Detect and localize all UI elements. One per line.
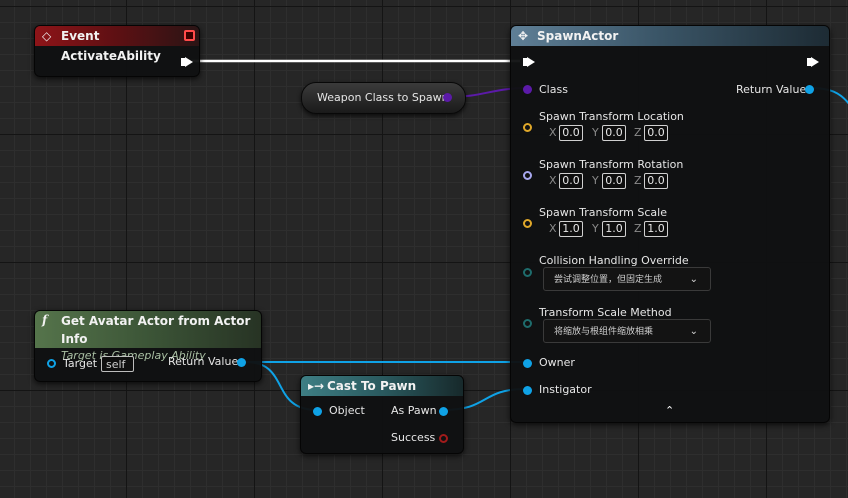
return-value-pin[interactable] xyxy=(237,358,246,367)
stop-icon xyxy=(184,30,195,41)
node-header: ◇ Event ActivateAbility xyxy=(35,26,199,63)
exec-out-pin[interactable] xyxy=(181,57,193,67)
location-y-input[interactable]: 0.0 xyxy=(602,125,626,141)
axis-x-label: X xyxy=(549,126,557,139)
node-header: f Get Avatar Actor from Actor Info Targe… xyxy=(35,311,261,362)
node-title: Get Avatar Actor from Actor Info xyxy=(61,314,251,346)
owner-pin[interactable] xyxy=(523,359,532,368)
location-pin[interactable] xyxy=(523,123,532,132)
scale-pin[interactable] xyxy=(523,219,532,228)
exec-out-pin[interactable] xyxy=(807,57,819,67)
class-out-pin[interactable] xyxy=(443,93,452,102)
collision-pin[interactable] xyxy=(523,268,532,277)
scale-z-input[interactable]: 1.0 xyxy=(644,221,668,237)
collision-dropdown[interactable]: 尝试调整位置，但固定生成 ⌄ xyxy=(543,267,711,291)
as-pawn-pin[interactable] xyxy=(439,407,448,416)
scale-method-value: 将缩放与根组件缩放相乘 xyxy=(554,327,654,337)
axis-y-label: Y xyxy=(592,222,599,235)
chevron-down-icon: ⌄ xyxy=(689,274,698,285)
target-pin[interactable] xyxy=(47,359,56,368)
object-pin[interactable] xyxy=(313,407,322,416)
cast-icon: ▸→ xyxy=(308,379,325,393)
target-label: Target xyxy=(63,357,98,370)
axis-z-label: Z xyxy=(634,174,642,187)
axis-x-label: X xyxy=(549,174,557,187)
spawn-actor-node[interactable]: ✥ SpawnActor Class Return Value Spawn Tr… xyxy=(510,25,830,423)
get-avatar-actor-node[interactable]: f Get Avatar Actor from Actor Info Targe… xyxy=(34,310,262,382)
instigator-pin[interactable] xyxy=(523,386,532,395)
node-title: SpawnActor xyxy=(537,29,619,43)
collapse-arrow-icon[interactable]: ⌃ xyxy=(665,404,674,417)
event-activate-ability-node[interactable]: ◇ Event ActivateAbility xyxy=(34,25,200,77)
axis-z-label: Z xyxy=(634,222,642,235)
event-diamond-icon: ◇ xyxy=(42,29,52,43)
axis-y-label: Y xyxy=(592,126,599,139)
rotation-y-input[interactable]: 0.0 xyxy=(602,173,626,189)
scale-method-label: Transform Scale Method xyxy=(539,306,672,319)
chevron-down-icon: ⌄ xyxy=(689,326,698,337)
rotation-z-input[interactable]: 0.0 xyxy=(644,173,668,189)
target-self-input[interactable]: self xyxy=(101,356,134,372)
variable-label: Weapon Class to Spawn xyxy=(317,91,449,104)
node-title: Cast To Pawn xyxy=(327,379,417,393)
spawn-actor-icon: ✥ xyxy=(518,29,529,43)
function-f-icon: f xyxy=(42,313,48,327)
rotation-label: Spawn Transform Rotation xyxy=(539,158,684,171)
exec-in-pin[interactable] xyxy=(523,57,535,67)
rotation-pin[interactable] xyxy=(523,171,532,180)
axis-z-label: Z xyxy=(634,126,642,139)
collision-value: 尝试调整位置，但固定生成 xyxy=(554,275,663,285)
as-pawn-label: As Pawn xyxy=(391,404,437,417)
location-label: Spawn Transform Location xyxy=(539,110,684,123)
location-z-input[interactable]: 0.0 xyxy=(644,125,668,141)
node-header: ▸→ Cast To Pawn xyxy=(301,376,463,396)
class-label: Class xyxy=(539,83,568,96)
scale-x-input[interactable]: 1.0 xyxy=(559,221,583,237)
scale-method-pin[interactable] xyxy=(523,319,532,328)
rotation-x-input[interactable]: 0.0 xyxy=(559,173,583,189)
owner-label: Owner xyxy=(539,356,575,369)
return-value-label: Return Value xyxy=(168,355,239,368)
axis-x-label: X xyxy=(549,222,557,235)
scale-method-dropdown[interactable]: 将缩放与根组件缩放相乘 ⌄ xyxy=(543,319,711,343)
scale-label: Spawn Transform Scale xyxy=(539,206,667,219)
location-x-input[interactable]: 0.0 xyxy=(559,125,583,141)
node-title: Event ActivateAbility xyxy=(61,29,161,63)
axis-y-label: Y xyxy=(592,174,599,187)
object-label: Object xyxy=(329,404,365,417)
class-in-pin[interactable] xyxy=(523,85,532,94)
node-header: ✥ SpawnActor xyxy=(511,26,829,46)
scale-y-input[interactable]: 1.0 xyxy=(602,221,626,237)
collision-label: Collision Handling Override xyxy=(539,254,689,267)
weapon-class-variable-node[interactable]: Weapon Class to Spawn xyxy=(301,82,466,114)
return-value-label: Return Value xyxy=(736,83,807,96)
return-value-pin[interactable] xyxy=(805,85,814,94)
success-pin[interactable] xyxy=(439,434,448,443)
instigator-label: Instigator xyxy=(539,383,592,396)
success-label: Success xyxy=(391,431,436,444)
cast-to-pawn-node[interactable]: ▸→ Cast To Pawn Object As Pawn Success xyxy=(300,375,464,454)
